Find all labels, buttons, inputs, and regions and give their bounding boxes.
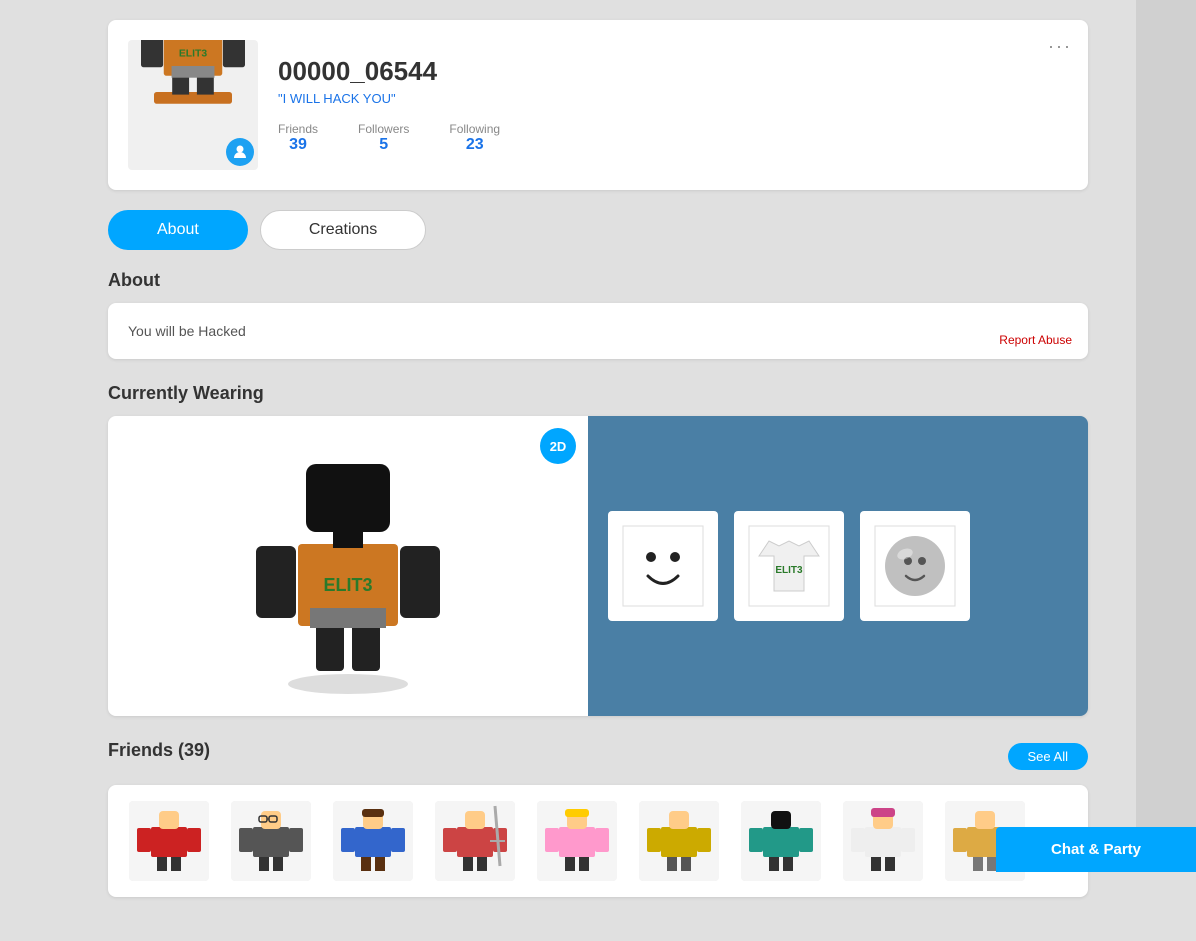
chat-party-bar[interactable]: Chat & Party <box>996 827 1196 872</box>
wearing-3d-view: ELIT3 2D <box>108 416 588 716</box>
profile-card: ELIT3 00000_06544 "I WILL HACK YOU" <box>108 20 1088 190</box>
friend-avatar <box>231 801 311 881</box>
friend-item[interactable] <box>430 801 520 881</box>
friends-label: Friends <box>278 122 318 136</box>
wearing-items-grid: ELIT3 <box>588 416 1088 716</box>
friends-grid <box>108 785 1088 897</box>
avatar-container: ELIT3 <box>128 40 258 170</box>
profile-menu-button[interactable]: ··· <box>1048 36 1072 57</box>
friend-item[interactable] <box>328 801 418 881</box>
friend-avatar <box>435 801 515 881</box>
friend-avatar <box>333 801 413 881</box>
friends-header: Friends (39) See All <box>108 740 1088 773</box>
svg-text:ELIT3: ELIT3 <box>179 48 208 59</box>
friend-avatar <box>537 801 617 881</box>
friend-avatar <box>639 801 719 881</box>
friend-item[interactable] <box>226 801 316 881</box>
avatar-badge <box>226 138 254 166</box>
profile-status: "I WILL HACK YOU" <box>278 91 1068 106</box>
tabs-container: About Creations <box>108 210 1088 250</box>
friend-avatar <box>843 801 923 881</box>
friend-item[interactable] <box>634 801 724 881</box>
profile-username: 00000_06544 <box>278 56 1068 87</box>
wearing-item-face[interactable] <box>608 511 718 621</box>
see-all-button[interactable]: See All <box>1008 743 1088 770</box>
wearing-section: Currently Wearing <box>108 383 1088 716</box>
wearing-item-shirt[interactable]: ELIT3 <box>734 511 844 621</box>
followers-label: Followers <box>358 122 409 136</box>
friends-count: 39 <box>289 136 307 154</box>
head-item-svg <box>870 521 960 611</box>
svg-text:ELIT3: ELIT3 <box>775 565 803 576</box>
profile-info: 00000_06544 "I WILL HACK YOU" Friends 39… <box>278 56 1068 154</box>
about-title: About <box>108 270 1088 291</box>
friend-item[interactable] <box>532 801 622 881</box>
friend-item[interactable] <box>124 801 214 881</box>
friend-item[interactable] <box>736 801 826 881</box>
following-stat: Following 23 <box>449 122 500 154</box>
wearing-card: ELIT3 2D <box>108 416 1088 716</box>
profile-stats: Friends 39 Followers 5 Following 23 <box>278 122 1068 154</box>
svg-text:ELIT3: ELIT3 <box>323 575 372 595</box>
face-item-svg <box>618 521 708 611</box>
wearing-item-head[interactable] <box>860 511 970 621</box>
friends-section: Friends (39) See All <box>108 740 1088 897</box>
followers-stat: Followers 5 <box>358 122 409 154</box>
wearing-title: Currently Wearing <box>108 383 1088 404</box>
friend-avatar <box>129 801 209 881</box>
friends-title: Friends (39) <box>108 740 210 761</box>
followers-count: 5 <box>379 136 388 154</box>
friend-item[interactable] <box>838 801 928 881</box>
shirt-item-svg: ELIT3 <box>744 521 834 611</box>
following-count: 23 <box>466 136 484 154</box>
friend-avatar <box>741 801 821 881</box>
wearing-2d-badge[interactable]: 2D <box>540 428 576 464</box>
about-text: You will be Hacked <box>128 323 1068 339</box>
wearing-character: ELIT3 <box>238 426 458 706</box>
following-label: Following <box>449 122 500 136</box>
about-card: You will be Hacked Report Abuse <box>108 303 1088 359</box>
right-sidebar <box>1136 0 1196 872</box>
about-section: About You will be Hacked Report Abuse <box>108 270 1088 359</box>
tab-about[interactable]: About <box>108 210 248 250</box>
tab-creations[interactable]: Creations <box>260 210 426 250</box>
report-abuse-link[interactable]: Report Abuse <box>999 333 1072 347</box>
friends-stat: Friends 39 <box>278 122 318 154</box>
